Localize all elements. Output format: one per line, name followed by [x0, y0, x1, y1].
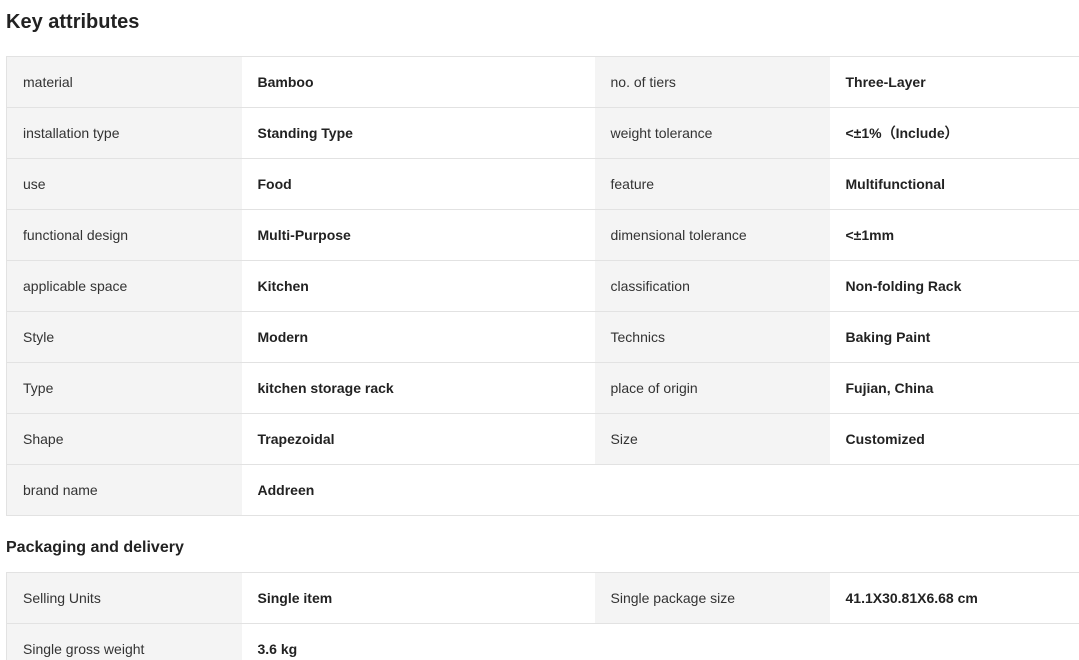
attribute-value: <±1%（Include） — [829, 107, 1079, 159]
attribute-label: use — [6, 158, 242, 210]
table-row: Style Modern Technics Baking Paint — [6, 311, 1079, 363]
attribute-label: functional design — [6, 209, 242, 261]
packaging-table: Selling Units Single item Single package… — [6, 572, 1079, 660]
table-row: applicable space Kitchen classification … — [6, 260, 1079, 312]
attribute-value: Fujian, China — [829, 362, 1079, 414]
attribute-label: Shape — [6, 413, 242, 465]
attribute-value: Customized — [829, 413, 1079, 465]
attribute-label: Single package size — [594, 572, 830, 624]
product-details-page: Key attributes material Bamboo no. of ti… — [0, 0, 1079, 660]
attribute-label: Type — [6, 362, 242, 414]
attribute-label: no. of tiers — [594, 56, 830, 108]
attribute-label: Size — [594, 413, 830, 465]
attribute-value: Bamboo — [241, 56, 595, 108]
attribute-value: <±1mm — [829, 209, 1079, 261]
attribute-value: Baking Paint — [829, 311, 1079, 363]
empty-cell — [829, 464, 1079, 516]
table-row: installation type Standing Type weight t… — [6, 107, 1079, 159]
attribute-label: dimensional tolerance — [594, 209, 830, 261]
attribute-value: Trapezoidal — [241, 413, 595, 465]
attribute-value: Three-Layer — [829, 56, 1079, 108]
table-row: material Bamboo no. of tiers Three-Layer — [6, 56, 1079, 108]
attribute-label: classification — [594, 260, 830, 312]
attribute-value: Kitchen — [241, 260, 595, 312]
packaging-heading: Packaging and delivery — [6, 539, 184, 556]
table-row: use Food feature Multifunctional — [6, 158, 1079, 210]
table-row: Single gross weight 3.6 kg — [6, 623, 1079, 660]
attribute-label: material — [6, 56, 242, 108]
attribute-label: brand name — [6, 464, 242, 516]
attribute-label: installation type — [6, 107, 242, 159]
attribute-label: Technics — [594, 311, 830, 363]
table-row: Type kitchen storage rack place of origi… — [6, 362, 1079, 414]
attribute-value: Multifunctional — [829, 158, 1079, 210]
attribute-value: Modern — [241, 311, 595, 363]
attribute-label: Selling Units — [6, 572, 242, 624]
empty-cell — [594, 623, 830, 660]
empty-cell — [594, 464, 830, 516]
table-row: functional design Multi-Purpose dimensio… — [6, 209, 1079, 261]
attribute-label: place of origin — [594, 362, 830, 414]
attribute-value: Standing Type — [241, 107, 595, 159]
attribute-value: Multi-Purpose — [241, 209, 595, 261]
table-row: Selling Units Single item Single package… — [6, 572, 1079, 624]
empty-cell — [829, 623, 1079, 660]
attribute-label: feature — [594, 158, 830, 210]
attribute-label: weight tolerance — [594, 107, 830, 159]
table-row: brand name Addreen — [6, 464, 1079, 516]
attribute-value: 41.1X30.81X6.68 cm — [829, 572, 1079, 624]
attribute-value: kitchen storage rack — [241, 362, 595, 414]
attribute-value: 3.6 kg — [241, 623, 595, 660]
attribute-label: applicable space — [6, 260, 242, 312]
table-row: Shape Trapezoidal Size Customized — [6, 413, 1079, 465]
key-attributes-heading: Key attributes — [6, 11, 140, 33]
attribute-label: Single gross weight — [6, 623, 242, 660]
attribute-value: Food — [241, 158, 595, 210]
attribute-label: Style — [6, 311, 242, 363]
attribute-value: Single item — [241, 572, 595, 624]
key-attributes-table: material Bamboo no. of tiers Three-Layer… — [6, 56, 1079, 516]
attribute-value: Addreen — [241, 464, 595, 516]
attribute-value: Non-folding Rack — [829, 260, 1079, 312]
